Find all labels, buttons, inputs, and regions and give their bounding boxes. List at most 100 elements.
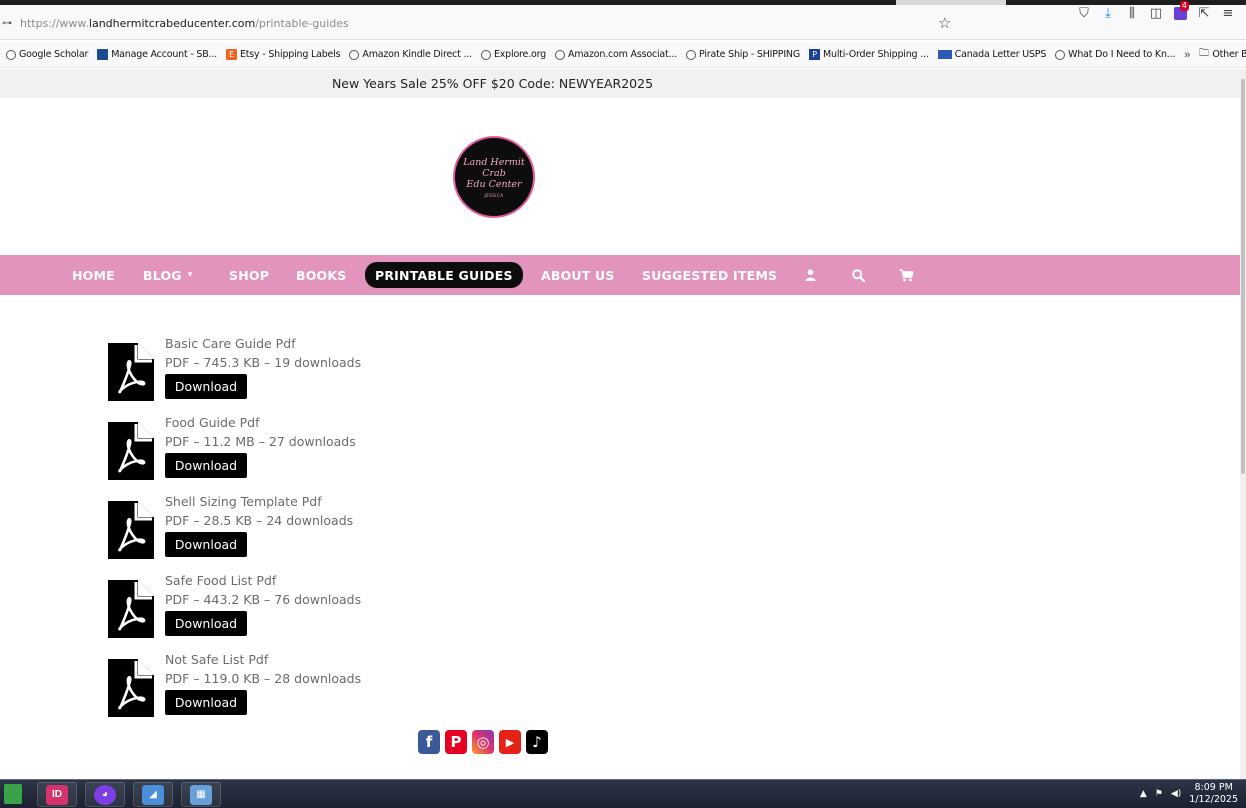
bookmark-etsy[interactable]: E Etsy - Shipping Labels (225, 49, 341, 60)
nav-label: ABOUT US (541, 267, 615, 283)
bookmark-label: Pirate Ship - SHIPPING (699, 49, 800, 60)
site-logo[interactable]: Land Hermit Crab Edu Center JESSICA (453, 136, 535, 218)
bookmark-label: Amazon Kindle Direct ... (362, 49, 472, 60)
nav-printable-guides[interactable]: PRINTABLE GUIDES (365, 262, 523, 288)
pdf-file-icon (108, 659, 154, 717)
nav-label: SHOP (229, 267, 270, 283)
taskbar-app-2[interactable]: ◕ (85, 782, 125, 807)
download-title: Safe Food List Pdf (165, 573, 277, 588)
url-path: /printable-guides (255, 16, 349, 30)
globe-icon (555, 49, 566, 60)
bookmark-explore[interactable]: Explore.org (480, 49, 546, 60)
nav-blog[interactable]: BLOG ▾ (143, 255, 192, 295)
facebook-icon[interactable]: f (418, 730, 440, 754)
globe-icon (349, 49, 360, 60)
app-2-icon: ◕ (94, 784, 116, 805)
download-item: Safe Food List Pdf PDF – 443.2 KB – 76 do… (108, 573, 368, 653)
logo-line-1: Land Hermit Crab (463, 156, 525, 179)
site-info-icon[interactable]: ⊶ (2, 18, 20, 29)
page-scrollbar[interactable] (1240, 69, 1246, 779)
pdf-file-icon (108, 422, 154, 480)
more-bookmarks-icon[interactable]: » (1184, 49, 1190, 61)
url-text[interactable]: https://www.landhermitcrabeducenter.com/… (20, 17, 349, 30)
windows-taskbar: ID ◕ ◢ ▦ ▲ ⚑ ◀) 8:09 PM 1/12/2025 (0, 779, 1246, 808)
bookmark-label: Multi-Order Shipping ... (823, 49, 929, 60)
user-icon[interactable] (803, 255, 817, 295)
pdf-file-icon (108, 580, 154, 638)
bookmark-label: Etsy - Shipping Labels (239, 49, 341, 60)
download-title: Basic Care Guide Pdf (165, 336, 296, 351)
globe-icon (6, 49, 16, 60)
download-button[interactable]: Download (165, 532, 247, 557)
taskbar-indesign[interactable]: ID (37, 782, 77, 807)
paypal-icon: P (809, 49, 820, 60)
download-item: Food Guide Pdf PDF – 11.2 MB – 27 downloa… (108, 415, 368, 495)
library-icon[interactable]: ⫼ (1120, 3, 1144, 23)
taskbar-app-3[interactable]: ◢ (133, 782, 173, 807)
social-links: f P ◎ ▶ ♪ (418, 730, 548, 754)
browser-toolbar: ⊶ https://www.landhermitcrabeducenter.co… (0, 0, 1246, 40)
clock[interactable]: 8:09 PM 1/12/2025 (1189, 782, 1238, 806)
bookmark-label: Other Bookmarks (1212, 49, 1246, 60)
download-button[interactable]: Download (165, 374, 247, 399)
browser-window: ⊶ https://www.landhermitcrabeducenter.co… (0, 0, 1246, 808)
bookmark-multi-order[interactable]: P Multi-Order Shipping ... (809, 49, 929, 60)
search-icon[interactable] (850, 255, 866, 295)
nav-label: SUGGESTED ITEMS (642, 267, 778, 283)
bookmark-canada-letter[interactable]: Canada Letter USPS (937, 49, 1046, 60)
bookmark-google-scholar[interactable]: Google Scholar (6, 49, 88, 60)
bookmark-what-do-i-need[interactable]: What Do I Need to Kn... (1055, 49, 1175, 60)
download-item: Not Safe List Pdf PDF – 119.0 KB – 28 dow… (108, 652, 368, 732)
download-meta: PDF – 119.0 KB – 28 downloads (165, 671, 362, 686)
bookmark-label: Google Scholar (19, 49, 89, 60)
bookmark-amazon-associates[interactable]: Amazon.com Associat... (555, 49, 677, 60)
announcement-text: New Years Sale 25% OFF $20 Code: NEWYEAR… (331, 76, 654, 91)
taskbar-calculator[interactable]: ▦ (181, 782, 221, 807)
globe-icon (1055, 49, 1066, 60)
download-title: Not Safe List Pdf (165, 652, 269, 667)
nav-about-us[interactable]: ABOUT US (541, 255, 615, 295)
folder-icon: 🗀 (1198, 48, 1209, 59)
share-icon[interactable]: ⇱ (1192, 3, 1216, 23)
action-center-icon[interactable]: ⚑ (1155, 789, 1163, 799)
bookmark-star-icon[interactable]: ☆ (938, 14, 951, 32)
tray-expand-icon[interactable]: ▲ (1140, 789, 1147, 799)
instagram-icon[interactable]: ◎ (472, 730, 494, 754)
nav-label: BLOG (143, 267, 182, 283)
active-tab[interactable] (896, 0, 1006, 5)
other-bookmarks[interactable]: 🗀Other Bookmarks (1198, 48, 1246, 60)
bookmark-label: What Do I Need to Kn... (1068, 49, 1176, 60)
pocket-icon[interactable]: ⛉ (1072, 3, 1096, 23)
extension-icon[interactable]: 4 (1168, 1, 1192, 23)
bookmark-manage-account[interactable]: Manage Account - SB... (97, 49, 217, 60)
logo-line-3: JESSICA (484, 192, 504, 198)
volume-icon[interactable]: ◀) (1171, 789, 1181, 799)
bookmark-pirate-ship[interactable]: Pirate Ship - SHIPPING (686, 49, 800, 60)
sidebar-icon[interactable]: ◫ (1144, 3, 1168, 23)
extension-badge: 4 (1179, 1, 1189, 11)
download-button[interactable]: Download (165, 690, 247, 715)
scroll-thumb[interactable] (1241, 79, 1245, 474)
bookmark-label: Amazon.com Associat... (568, 49, 678, 60)
cart-icon[interactable] (898, 255, 914, 295)
nav-books[interactable]: BOOKS (296, 255, 346, 295)
nav-home[interactable]: HOME (72, 255, 115, 295)
menu-icon[interactable]: ≡ (1216, 3, 1240, 23)
sb-icon (97, 49, 109, 60)
tiktok-icon[interactable]: ♪ (526, 730, 548, 754)
download-button[interactable]: Download (165, 611, 247, 636)
nav-shop[interactable]: SHOP (229, 255, 269, 295)
downloads-icon[interactable]: ⤓ (1096, 3, 1120, 23)
bookmark-amazon-kindle[interactable]: Amazon Kindle Direct ... (349, 49, 472, 60)
globe-icon (686, 49, 697, 60)
youtube-icon[interactable]: ▶ (499, 730, 521, 754)
address-bar[interactable]: ⊶ https://www.landhermitcrabeducenter.co… (0, 10, 1246, 36)
nav-suggested-items[interactable]: SUGGESTED ITEMS (642, 255, 777, 295)
download-button[interactable]: Download (165, 453, 247, 478)
download-title: Shell Sizing Template Pdf (165, 494, 322, 509)
pinterest-icon[interactable]: P (445, 730, 467, 754)
start-button[interactable] (4, 784, 22, 804)
download-meta: PDF – 28.5 KB – 24 downloads (165, 513, 354, 528)
announcement-bar: New Years Sale 25% OFF $20 Code: NEWYEAR… (0, 69, 1240, 98)
usps-icon (937, 50, 952, 59)
